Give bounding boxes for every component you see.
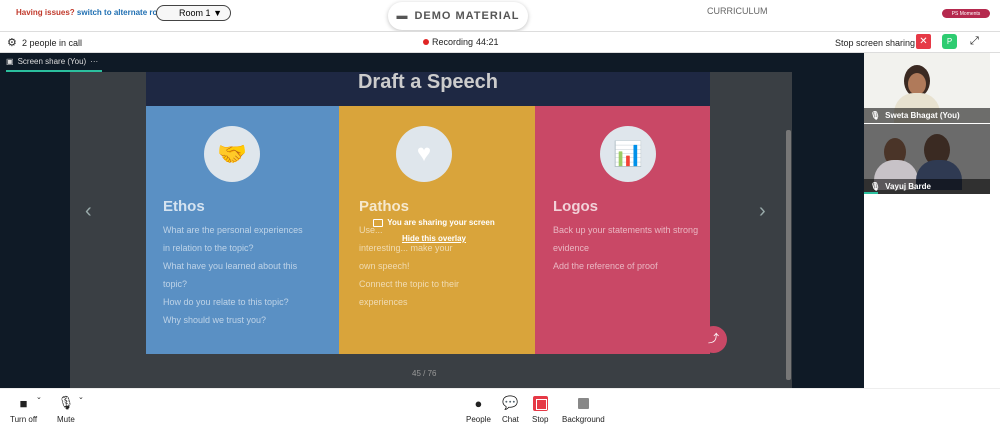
- sharing-overlay: You are sharing your screen Hide this ov…: [373, 218, 495, 243]
- moments-badge[interactable]: PS Moments: [942, 9, 990, 18]
- turn-off-camera-button[interactable]: ■ Turn off: [10, 395, 38, 425]
- column-title: Logos: [553, 198, 598, 215]
- issues-text: Having issues?: [16, 8, 75, 17]
- tab-screen-share[interactable]: ▣ Screen share (You) ···: [6, 57, 98, 66]
- mute-button[interactable]: 🎙 Mute: [57, 395, 75, 424]
- recording-time: 44:21: [476, 37, 499, 47]
- slide-title: Draft a Speech: [146, 72, 710, 106]
- tab-underline: [6, 70, 102, 72]
- logos-column: 📊 Logos Back up your statements with str…: [535, 106, 710, 354]
- page-number: 45 / 76: [412, 369, 437, 378]
- issues-notice: Having issues? switch to alternate room: [16, 8, 169, 17]
- expand-icon[interactable]: ⤢: [970, 35, 979, 48]
- avatar[interactable]: P: [942, 34, 957, 49]
- ethos-column: 🤝 Ethos What are the personal experience…: [146, 106, 339, 354]
- recording-dot-icon: [423, 39, 429, 45]
- recording-label: Recording: [432, 37, 474, 47]
- call-bar: ⚙ 2 people in call Recording 44:21 Stop …: [0, 31, 1000, 53]
- participant-tile[interactable]: 🎙 Vayuj Barde: [864, 124, 990, 194]
- sharing-message: You are sharing your screen: [387, 218, 495, 227]
- people-button[interactable]: ● People: [466, 395, 491, 425]
- column-text: Back up your statements with strong evid…: [553, 225, 699, 271]
- demo-material-label: DEMO MATERIAL: [414, 10, 520, 22]
- mute-label: Mute: [57, 415, 75, 424]
- mic-icon: 🎙: [870, 182, 881, 191]
- scrollbar[interactable]: [786, 130, 791, 380]
- bar-chart-icon: 📊: [600, 126, 656, 182]
- stop-screen-sharing-label[interactable]: Stop screen sharing: [835, 38, 915, 48]
- bottom-controls: ■ Turn off ⌄ 🎙 Mute ⌄ ● People 💬 Chat St…: [0, 388, 1000, 433]
- handshake-icon: 🤝: [204, 126, 260, 182]
- column-text: What are the personal experiences in rel…: [163, 225, 303, 325]
- more-icon[interactable]: ···: [90, 57, 98, 66]
- background-label: Background: [562, 415, 605, 424]
- room-select-value: Room 1: [179, 8, 211, 18]
- background-button[interactable]: Background: [562, 395, 605, 424]
- people-count: 2 people in call: [22, 38, 83, 48]
- chat-icon: 💬: [502, 395, 519, 410]
- top-bar: Having issues? switch to alternate room …: [0, 0, 1000, 30]
- demo-material-button[interactable]: ▬ DEMO MATERIAL: [388, 2, 528, 30]
- share-icon[interactable]: ⤴: [700, 326, 727, 353]
- chat-label: Chat: [502, 415, 519, 424]
- participant-tile[interactable]: 🎙 Sweta Bhagat (You): [864, 53, 990, 123]
- camera-icon: ■: [19, 395, 28, 411]
- stop-share-icon: [532, 395, 548, 411]
- people-label: People: [466, 415, 491, 424]
- mic-icon: 🎙: [57, 395, 75, 410]
- next-slide-icon[interactable]: ›: [759, 200, 766, 223]
- column-title: Pathos: [359, 198, 410, 215]
- tab-bar: ▣ Screen share (You) ···: [0, 53, 864, 72]
- speaking-indicator: [864, 192, 878, 194]
- caret-down-icon: ▼: [213, 8, 222, 18]
- column-title: Ethos: [163, 198, 205, 215]
- background-icon: [577, 397, 589, 409]
- gear-icon[interactable]: ⚙: [7, 36, 17, 49]
- mic-icon: 🎙: [870, 111, 881, 120]
- heart-hands-icon: ♥: [396, 126, 452, 182]
- hide-overlay-link[interactable]: Hide this overlay: [373, 234, 495, 243]
- stop-label: Stop: [532, 415, 549, 424]
- camera-options-chevron-icon[interactable]: ⌄: [36, 393, 42, 401]
- chat-button[interactable]: 💬 Chat: [502, 395, 519, 424]
- recording-indicator: Recording 44:21: [423, 37, 499, 47]
- turn-off-label: Turn off: [10, 415, 38, 424]
- tab-label: Screen share (You): [17, 57, 87, 66]
- stop-share-button[interactable]: Stop: [532, 395, 548, 424]
- person-icon: ●: [474, 395, 483, 411]
- previous-slide-icon[interactable]: ‹: [85, 200, 92, 223]
- participant-name: 🎙 Vayuj Barde: [864, 179, 990, 194]
- participant-name: 🎙 Sweta Bhagat (You): [864, 108, 990, 123]
- monitor-icon: [373, 218, 384, 227]
- screen-icon: ▣: [6, 57, 14, 66]
- curriculum-link[interactable]: CURRICULUM: [707, 6, 768, 16]
- room-select[interactable]: Room 1 ▼: [156, 5, 231, 21]
- folder-icon: ▬: [396, 10, 409, 22]
- mic-options-chevron-icon[interactable]: ⌄: [78, 393, 84, 401]
- stop-sharing-close-button[interactable]: ✕: [916, 34, 931, 49]
